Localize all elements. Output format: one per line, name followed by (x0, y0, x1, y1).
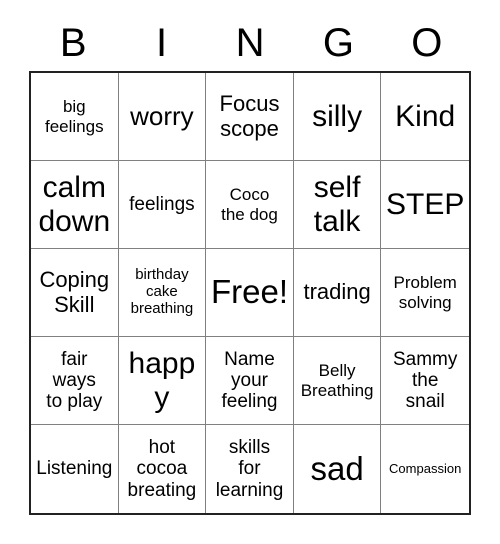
bingo-cell-label: Problem solving (393, 273, 457, 312)
bingo-cell-label: skills for learning (215, 437, 284, 501)
bingo-cell-label: self talk (313, 170, 361, 238)
bingo-cell-label: Kind (395, 99, 456, 133)
bingo-cell-label: Sammy the snail (392, 348, 458, 413)
bingo-cell-label: birthday cake breathing (130, 266, 194, 317)
bingo-header-letters: BINGO (29, 18, 471, 68)
bingo-free-space[interactable]: Free! (206, 249, 294, 337)
bingo-cell[interactable]: big feelings (31, 73, 119, 161)
bingo-cell-label: Coping Skill (39, 266, 110, 317)
bingo-cell-label: feelings (129, 193, 195, 215)
bingo-header-letter-o: O (411, 21, 443, 65)
bingo-cell-label: fair ways to play (46, 348, 103, 413)
bingo-cell[interactable]: Belly Breathing (293, 337, 382, 425)
bingo-cell-label: big feelings (44, 97, 104, 136)
bingo-cell-label: Coco the dog (221, 185, 278, 224)
bingo-cell[interactable]: calm down (31, 161, 119, 249)
bingo-cell[interactable]: skills for learning (206, 425, 294, 513)
bingo-cell[interactable]: birthday cake breathing (118, 249, 207, 337)
bingo-cell[interactable]: Problem solving (381, 249, 469, 337)
bingo-cell[interactable]: Compassion (381, 425, 469, 513)
bingo-cell-label: Belly Breathing (300, 361, 374, 400)
bingo-cell-label: hot cocoa breating (127, 437, 197, 501)
bingo-card: B I N G O big feelings worry Focus scope silly Kin… (0, 0, 500, 544)
bingo-cell[interactable]: feelings (118, 161, 207, 249)
bingo-cell[interactable]: silly (293, 73, 382, 161)
bingo-cell-label: trading (303, 279, 371, 305)
bingo-cell-label: worry (130, 100, 194, 131)
bingo-cell[interactable]: self talk (293, 161, 382, 249)
bingo-cell[interactable]: STEP (381, 161, 469, 249)
bingo-cell[interactable]: Coping Skill (31, 249, 119, 337)
bingo-cell[interactable]: happy (118, 337, 207, 425)
bingo-cell[interactable]: Sammy the snail (381, 337, 469, 425)
bingo-cell-label: calm down (38, 170, 111, 238)
bingo-cell[interactable]: trading (293, 249, 382, 337)
bingo-cell-label: Name your feeling (221, 348, 278, 413)
bingo-cell-label: happy (128, 346, 196, 414)
bingo-cell[interactable]: Listening (31, 425, 119, 513)
bingo-cell[interactable]: fair ways to play (31, 337, 119, 425)
bingo-cell-label: silly (312, 99, 363, 133)
bingo-cell[interactable]: hot cocoa breating (118, 425, 207, 513)
bingo-cell-label: STEP (386, 187, 465, 221)
bingo-cell[interactable]: sad (293, 425, 382, 513)
bingo-cell[interactable]: Focus scope (206, 73, 294, 161)
bingo-cell[interactable]: worry (118, 73, 207, 161)
bingo-cell-label: Focus scope (219, 90, 280, 141)
bingo-grid: big feelings worry Focus scope silly Kind calm d… (29, 71, 471, 515)
bingo-cell[interactable]: Kind (381, 73, 469, 161)
bingo-header-letter-b: B (59, 21, 87, 65)
bingo-cell[interactable]: Name your feeling (206, 337, 294, 425)
bingo-cell-label: sad (310, 449, 364, 487)
bingo-free-space-label: Free! (210, 273, 288, 311)
bingo-header-letter-g: G (322, 21, 354, 65)
bingo-cell[interactable]: Coco the dog (206, 161, 294, 249)
bingo-cell-label: Listening (36, 458, 113, 480)
bingo-cell-label: Compassion (389, 460, 462, 476)
bingo-header-letter-n: N (235, 21, 265, 65)
bingo-header-letter-i: I (156, 21, 168, 65)
